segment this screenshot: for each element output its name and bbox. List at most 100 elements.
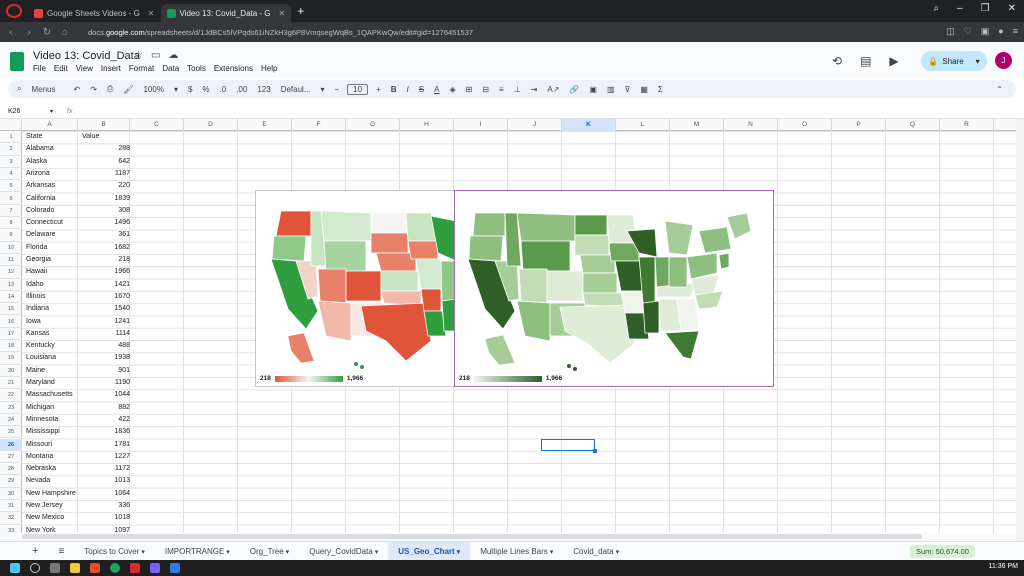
row-header-3[interactable]: 3 bbox=[0, 156, 22, 168]
state-cell[interactable]: Idaho bbox=[26, 279, 44, 291]
value-cell[interactable]: 642 bbox=[80, 156, 130, 168]
decrease-decimal-button[interactable]: .0 bbox=[215, 85, 232, 94]
row-header-20[interactable]: 20 bbox=[0, 365, 22, 377]
font-select[interactable]: Defaul... bbox=[276, 85, 316, 94]
column-header-b[interactable]: B bbox=[78, 119, 130, 131]
horizontal-align-icon[interactable]: ≡ bbox=[494, 85, 509, 94]
chevron-down-icon[interactable]: ▾ bbox=[373, 549, 379, 556]
menu-format[interactable]: Format bbox=[129, 64, 154, 73]
row-header-13[interactable]: 13 bbox=[0, 279, 22, 291]
row-header-11[interactable]: 11 bbox=[0, 254, 22, 267]
sheet-tab[interactable]: IMPORTRANGE ▾ bbox=[155, 542, 240, 561]
column-header-i[interactable]: I bbox=[454, 119, 508, 131]
insert-chart-icon[interactable]: ▥ bbox=[602, 85, 620, 94]
select-all-corner[interactable] bbox=[0, 119, 22, 131]
filter-icon[interactable]: ⊽ bbox=[620, 85, 636, 94]
borders-icon[interactable]: ⊞ bbox=[461, 85, 478, 94]
document-title[interactable]: Video 13: Covid_Data bbox=[33, 50, 140, 62]
value-cell[interactable]: 308 bbox=[80, 205, 130, 217]
row-header-30[interactable]: 30 bbox=[0, 488, 22, 500]
value-cell[interactable]: 1018 bbox=[80, 512, 130, 524]
name-box[interactable]: K26 bbox=[0, 108, 50, 115]
forward-icon[interactable]: › bbox=[20, 27, 38, 38]
row-header-26[interactable]: 26 bbox=[0, 438, 22, 451]
value-cell[interactable]: 1938 bbox=[80, 352, 130, 364]
cell-a1[interactable]: State bbox=[26, 131, 42, 143]
sheet-tab[interactable]: Topics to Cover ▾ bbox=[74, 542, 155, 561]
filter-views-icon[interactable]: ▦ bbox=[635, 85, 653, 94]
column-header-e[interactable]: E bbox=[238, 119, 292, 131]
value-cell[interactable]: 1682 bbox=[80, 242, 130, 254]
row-header-21[interactable]: 21 bbox=[0, 377, 22, 390]
menu-edit[interactable]: Edit bbox=[54, 64, 68, 73]
row-header-1[interactable]: 1 bbox=[0, 131, 22, 144]
state-cell[interactable]: Alabama bbox=[26, 143, 54, 155]
menu-icon[interactable]: ≡ bbox=[1013, 26, 1018, 37]
column-header-d[interactable]: D bbox=[184, 119, 238, 131]
camera-icon[interactable]: ◫ bbox=[946, 26, 955, 37]
value-cell[interactable]: 1540 bbox=[80, 303, 130, 315]
menu-help[interactable]: Help bbox=[261, 64, 277, 73]
row-header-28[interactable]: 28 bbox=[0, 463, 22, 476]
state-cell[interactable]: Delaware bbox=[26, 229, 56, 241]
cell-b1[interactable]: Value bbox=[82, 131, 99, 143]
decrease-font-size-icon[interactable]: − bbox=[330, 85, 345, 94]
extensions-icon[interactable]: ▣ bbox=[981, 26, 990, 37]
collapse-toolbar-icon[interactable]: ⌃ bbox=[991, 85, 1008, 94]
font-size-input[interactable]: 10 bbox=[347, 83, 369, 95]
chevron-down-icon[interactable]: ▾ bbox=[284, 549, 290, 556]
value-cell[interactable]: 218 bbox=[80, 254, 130, 266]
avatar[interactable]: J bbox=[995, 52, 1012, 69]
windows-start-icon[interactable] bbox=[10, 563, 20, 573]
state-cell[interactable]: Indiana bbox=[26, 303, 49, 315]
italic-icon[interactable]: I bbox=[402, 85, 414, 94]
horizontal-scrollbar[interactable] bbox=[0, 533, 1016, 541]
column-header-n[interactable]: N bbox=[724, 119, 778, 131]
profile-icon[interactable]: ● bbox=[998, 26, 1003, 37]
back-icon[interactable]: ‹ bbox=[2, 27, 20, 38]
value-cell[interactable]: 422 bbox=[80, 414, 130, 426]
fill-color-icon[interactable]: ◈ bbox=[444, 85, 460, 94]
column-header-p[interactable]: P bbox=[832, 119, 886, 131]
row-header-10[interactable]: 10 bbox=[0, 242, 22, 254]
value-cell[interactable]: 1114 bbox=[80, 328, 130, 340]
search-menus-icon[interactable]: ⌕ bbox=[12, 84, 26, 94]
search-icon[interactable] bbox=[30, 563, 40, 573]
row-header-7[interactable]: 7 bbox=[0, 205, 22, 218]
value-cell[interactable]: 1064 bbox=[80, 488, 130, 500]
search-menus-label[interactable]: Menus bbox=[26, 85, 60, 94]
value-cell[interactable]: 1172 bbox=[80, 463, 130, 475]
state-cell[interactable]: Mississippi bbox=[26, 426, 60, 438]
print-icon[interactable]: ⎙ bbox=[102, 84, 118, 94]
share-dropdown-icon[interactable]: ▾ bbox=[976, 57, 980, 66]
column-header-m[interactable]: M bbox=[670, 119, 724, 131]
url-field[interactable]: docs.google.com/spreadsheets/d/1JdBCs5lV… bbox=[88, 28, 473, 37]
menu-extensions[interactable]: Extensions bbox=[214, 64, 253, 73]
state-cell[interactable]: Arizona bbox=[26, 168, 50, 180]
currency-format-button[interactable]: $ bbox=[183, 85, 197, 94]
chevron-down-icon[interactable]: ▾ bbox=[614, 549, 620, 556]
browser-tab-2[interactable]: Video 13: Covid_Data - G ✕ bbox=[160, 4, 292, 22]
text-wrapping-icon[interactable]: ⇥ bbox=[526, 85, 543, 94]
vertical-align-icon[interactable]: ⊥ bbox=[509, 85, 526, 94]
bookmark-icon[interactable]: ♡ bbox=[964, 26, 972, 37]
sheets-logo-icon[interactable] bbox=[10, 52, 24, 71]
chrome-icon[interactable] bbox=[110, 563, 120, 573]
state-cell[interactable]: Florida bbox=[26, 242, 47, 254]
state-cell[interactable]: Connecticut bbox=[26, 217, 63, 229]
value-cell[interactable]: 1421 bbox=[80, 279, 130, 291]
state-cell[interactable]: Kansas bbox=[26, 328, 49, 340]
state-cell[interactable]: New Hampshire bbox=[26, 488, 76, 500]
state-cell[interactable]: New Mexico bbox=[26, 512, 64, 524]
share-button[interactable]: 🔒 Share ▾ bbox=[921, 51, 987, 71]
value-cell[interactable]: 1670 bbox=[80, 291, 130, 303]
value-cell[interactable]: 1241 bbox=[80, 316, 130, 328]
star-icon[interactable]: ☆ bbox=[134, 50, 143, 61]
value-cell[interactable]: 1836 bbox=[80, 426, 130, 438]
value-cell[interactable]: 1044 bbox=[80, 389, 130, 401]
chevron-down-icon[interactable]: ▾ bbox=[548, 549, 554, 556]
task-view-icon[interactable] bbox=[50, 563, 60, 573]
chevron-down-icon[interactable]: ▾ bbox=[50, 108, 53, 115]
value-cell[interactable]: 1496 bbox=[80, 217, 130, 229]
chevron-down-icon[interactable]: ▾ bbox=[455, 549, 461, 556]
